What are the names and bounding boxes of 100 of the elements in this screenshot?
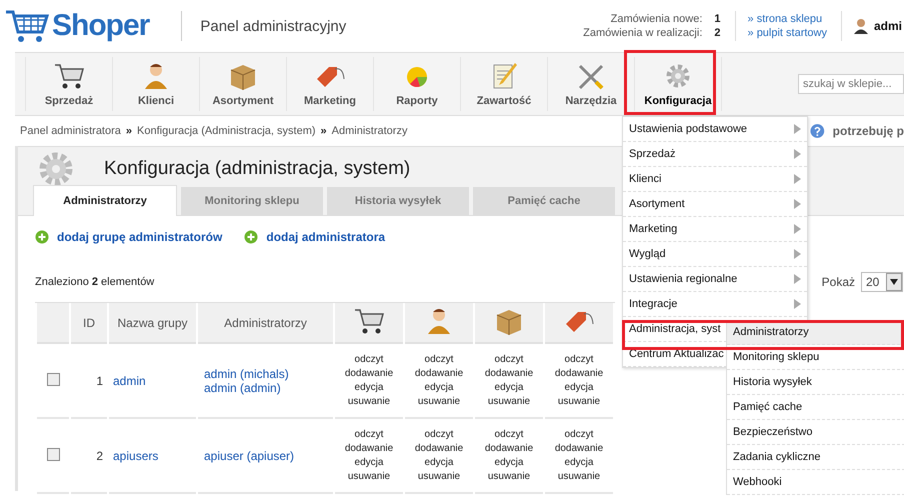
menu-item[interactable]: Ustawienia regionalne [623,267,807,292]
permission-text: dodawanie [414,442,464,456]
permission-text: edycja [564,380,594,394]
chevron-right-icon [794,199,801,209]
menu-item[interactable]: Marketing [623,217,807,242]
breadcrumb-link[interactable]: Administratorzy [332,125,408,137]
shoper-logo[interactable]: Shoper [4,8,150,44]
results-count: Znaleziono 2 elementów [35,276,154,288]
plus-icon [35,230,49,244]
plus-icon [244,230,258,244]
table-cell: 1 [96,374,103,388]
panel-title: Panel administracyjny [200,18,348,34]
permission-text: edycja [494,456,524,470]
submenu-item[interactable]: Historia wysyłek [727,370,904,395]
permission-text: usuwanie [556,470,602,484]
permission-text: dodawanie [414,366,464,380]
dropdown-icon [890,279,898,285]
permission-text: odczyt [354,352,384,366]
action-link[interactable]: dodaj grupę administratorów [57,230,222,244]
action-link[interactable]: dodaj administratora [266,230,386,244]
header-link[interactable]: » strona sklepu [748,13,827,25]
permission-text: odczyt [564,352,594,366]
permission-text: edycja [354,380,384,394]
chevron-right-icon [794,249,801,259]
permission-text: usuwanie [346,394,392,408]
permission-text: usuwanie [556,394,602,408]
permission-text: edycja [564,456,594,470]
permission-text: dodawanie [484,442,534,456]
nav-item[interactable]: Zawartość [461,57,548,111]
column-header: ID [83,316,95,330]
permission-text: dodawanie [554,366,604,380]
menu-item[interactable]: Klienci [623,167,807,192]
chevron-right-icon [794,224,801,234]
permission-text: edycja [424,380,454,394]
page-size-select[interactable]: 20 [861,272,903,292]
help-icon [810,123,825,139]
page-title: Konfiguracja (administracja, system) [104,158,410,180]
permission-text: edycja [354,456,384,470]
permission-text: odczyt [424,428,454,442]
nav-item[interactable]: Klienci [113,57,200,111]
permission-text: dodawanie [344,442,394,456]
submenu-item[interactable]: Bezpieczeństwo [727,420,904,445]
permission-text: odczyt [494,428,524,442]
nav-item[interactable]: Asortyment [200,57,287,111]
page-size-label: Pokaż [822,275,855,289]
column-header: Administratorzy [224,316,307,330]
orders-label: Zamówienia w realizacji: [583,27,702,39]
permission-text: odczyt [354,428,384,442]
permission-text: dodawanie [554,442,604,456]
menu-item[interactable]: Sprzedaż [623,142,807,167]
submenu-item[interactable]: Monitoring sklepu [727,345,904,370]
permission-text: usuwanie [486,470,532,484]
row-checkbox[interactable] [46,372,60,386]
search-field[interactable]: szukaj w sklepie... [798,74,904,94]
row-checkbox[interactable] [46,448,60,460]
cart-logo-icon [4,8,50,44]
chevron-right-icon [794,174,801,184]
orders-label: Zamówienia nowe: [610,13,702,25]
permission-text: odczyt [564,428,594,442]
breadcrumb-link[interactable]: Panel administratora [20,125,121,137]
nav-item[interactable]: Sprzedaż [25,57,113,111]
submenu-item[interactable]: Zadania cykliczne [727,445,904,470]
permission-text: odczyt [424,352,454,366]
column-header: Nazwa grupy [117,316,188,330]
submenu-item[interactable]: Webhooki [727,470,904,495]
administrator-link[interactable]: admin (michals) [204,366,332,380]
user-icon [854,18,868,34]
permission-text: dodawanie [484,366,534,380]
chevron-right-icon [794,149,801,159]
administrator-link[interactable]: apiuser (apiuser) [204,448,332,462]
orders-count: 1 [714,13,721,25]
nav-item[interactable]: Raporty [374,57,461,111]
administrator-link[interactable]: admin (admin) [204,380,332,394]
nav-item[interactable]: Konfiguracja [635,57,722,111]
permission-text: dodawanie [344,366,394,380]
orders-count: 2 [714,27,721,39]
menu-item[interactable]: Wygląd [623,242,807,267]
nav-item[interactable]: Marketing [287,57,374,111]
submenu-item[interactable]: Pamięć cache [727,395,904,420]
nav-item[interactable]: Narzędzia [548,57,635,111]
help-link[interactable]: potrzebuję p [832,124,904,138]
menu-item[interactable]: Ustawienia podstawowe [623,117,807,142]
permission-text: usuwanie [416,470,462,484]
header-link[interactable]: » pulpit startowy [748,27,827,39]
group-link[interactable]: apiusers [113,448,158,462]
breadcrumb-separator: » [320,125,327,137]
permission-text: usuwanie [416,394,462,408]
breadcrumb-separator: » [126,125,132,137]
group-link[interactable]: admin [113,374,146,388]
permission-text: odczyt [494,352,524,366]
chevron-right-icon [794,124,801,134]
chevron-right-icon [794,299,801,309]
menu-item[interactable]: Integracje [623,292,807,317]
permission-text: edycja [424,456,454,470]
tab[interactable]: Administratorzy [33,185,177,216]
chevron-right-icon [794,274,801,284]
breadcrumb-link[interactable]: Konfiguracja (Administracja, system) [137,125,316,137]
table-cell: 2 [96,448,103,462]
menu-item[interactable]: Asortyment [623,192,807,217]
user-name[interactable]: admi [874,19,902,33]
